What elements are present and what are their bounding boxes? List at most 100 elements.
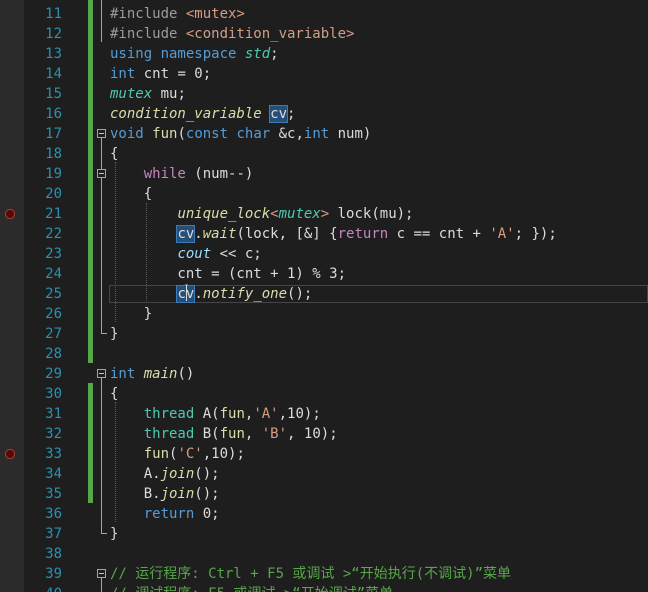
code-text: cnt = (cnt + 1) % 3; [110, 264, 346, 284]
code-token: . [194, 286, 203, 302]
code-line[interactable]: 33 fun('C',10); [0, 444, 648, 464]
code-token: int [303, 126, 330, 142]
code-line[interactable]: 14 int cnt = 0; [0, 64, 648, 84]
code-line[interactable]: 36 return 0; [0, 504, 648, 524]
code-token: cnt = 0; [135, 66, 212, 82]
code-token: join [160, 486, 195, 502]
code-token: { [110, 186, 153, 202]
line-number: 14 [45, 66, 62, 82]
code-token: std [244, 46, 271, 62]
line-number: 11 [45, 6, 62, 22]
line-number: 29 [45, 366, 62, 382]
code-line[interactable]: 13 using namespace std; [0, 44, 648, 64]
symbol-highlight: cv [176, 225, 196, 243]
code-token: { [110, 146, 119, 162]
code-line[interactable]: 11 #include <mutex> [0, 4, 648, 24]
line-number: 32 [45, 426, 62, 442]
code-token: #include [110, 26, 186, 42]
code-token: lock(mu); [329, 206, 414, 222]
code-line[interactable]: 19 while (num--) [0, 164, 648, 184]
code-token: fun [143, 446, 170, 462]
code-token: (); [287, 286, 313, 302]
code-line[interactable]: 23 cout << c; [0, 244, 648, 264]
code-token: return [337, 226, 389, 242]
line-number: 30 [45, 386, 62, 402]
code-token: (); [194, 486, 220, 502]
line-number: 28 [45, 346, 62, 362]
code-text: } [110, 524, 118, 544]
code-text: cout << c; [110, 244, 261, 264]
code-line[interactable]: 39 // 运行程序: Ctrl + F5 或调试 >“开始执行(不调试)”菜单 [0, 564, 648, 584]
code-line[interactable]: 30 { [0, 384, 648, 404]
code-editor[interactable]: 11 #include <mutex> 12 #include <condition_… [0, 0, 648, 592]
line-number: 36 [45, 506, 62, 522]
code-token: } [110, 326, 119, 342]
code-text: int cnt = 0; [110, 64, 211, 84]
code-token: // 调试程序: F5 或调试 >“开始调试”菜单 [110, 586, 393, 592]
code-token: &c, [270, 126, 304, 142]
code-text: B.join(); [110, 484, 220, 504]
code-token: wait [202, 226, 237, 242]
code-token: <condition_variable> [185, 26, 355, 42]
code-line[interactable]: 37} [0, 524, 648, 544]
line-number: 21 [45, 206, 62, 222]
code-line[interactable]: 20 { [0, 184, 648, 204]
code-token: A. [110, 466, 161, 482]
code-token: notify_one [202, 286, 288, 302]
code-text: // 运行程序: Ctrl + F5 或调试 >“开始执行(不调试)”菜单 [110, 564, 511, 584]
code-token: ; [270, 46, 279, 62]
code-token: fun [152, 126, 178, 142]
code-token: 'A' [489, 226, 515, 242]
code-line[interactable]: 21 unique_lock<mutex> lock(mu); [0, 204, 648, 224]
code-line[interactable]: 15 mutex mu; [0, 84, 648, 104]
code-line[interactable]: 24 cnt = (cnt + 1) % 3; [0, 264, 648, 284]
code-token: void [110, 126, 144, 142]
code-line[interactable]: 27} [0, 324, 648, 344]
code-token: c == cnt + [388, 226, 490, 242]
code-text: cv.wait(lock, [&] {return c == cnt + 'A'… [110, 224, 557, 244]
code-token: num) [329, 126, 372, 142]
code-line[interactable]: 17 void fun(const char &c,int num) [0, 124, 648, 144]
symbol-highlight: cv [269, 105, 289, 123]
code-text: mutex mu; [110, 84, 186, 104]
code-line[interactable]: 26 } [0, 304, 648, 324]
code-token: return [143, 506, 195, 522]
code-line[interactable]: 31 thread A(fun,'A',10); [0, 404, 648, 424]
code-text: A.join(); [110, 464, 220, 484]
line-number: 13 [45, 46, 62, 62]
code-text: fun('C',10); [110, 444, 245, 464]
code-line[interactable]: 16 condition_variable cv; [0, 104, 648, 124]
code-line[interactable]: 35 B.join(); [0, 484, 648, 504]
code-line[interactable]: 34 A.join(); [0, 464, 648, 484]
code-line[interactable]: 28 [0, 344, 648, 364]
code-token: condition_variable [110, 106, 262, 122]
code-line[interactable]: 18 { [0, 144, 648, 164]
code-line[interactable]: 29 int main() [0, 364, 648, 384]
code-token: ( [177, 126, 186, 142]
line-number: 12 [45, 26, 62, 42]
code-text: while (num--) [110, 164, 254, 184]
code-line[interactable]: 12 #include <condition_variable> [0, 24, 648, 44]
code-line[interactable]: 40 // 调试程序: F5 或调试 >“开始调试”菜单 [0, 584, 648, 592]
code-token: 'C' [177, 446, 203, 462]
code-text: { [110, 184, 152, 204]
code-text: { [110, 384, 118, 404]
code-token: using namespace [110, 46, 245, 62]
code-line[interactable]: 25 cv.notify_one(); [0, 284, 648, 304]
line-number: 26 [45, 306, 62, 322]
code-line[interactable]: 22 cv.wait(lock, [&] {return c == cnt + … [0, 224, 648, 244]
code-token: 0; [194, 506, 220, 522]
code-text: thread A(fun,'A',10); [110, 404, 321, 424]
code-line[interactable]: 32 thread B(fun, 'B', 10); [0, 424, 648, 444]
code-token: while [143, 166, 186, 182]
code-token: > [320, 206, 330, 222]
code-line[interactable]: 38 [0, 544, 648, 564]
